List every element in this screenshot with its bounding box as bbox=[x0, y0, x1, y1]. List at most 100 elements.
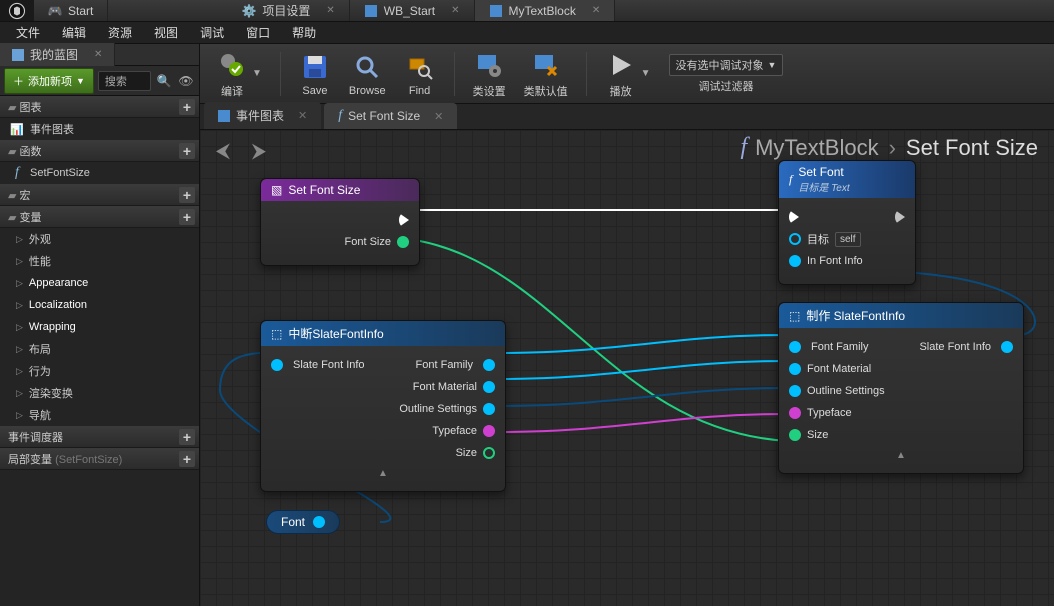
chevron-right-icon: ▷ bbox=[16, 234, 23, 245]
node-break-slatefontinfo[interactable]: ⬚中断SlateFontInfo Slate Font Info Font Fa… bbox=[260, 320, 506, 492]
node-make-slatefontinfo[interactable]: ⬚制作 SlateFontInfo Font Family Slate Font… bbox=[778, 302, 1024, 474]
settings-icon: ⚙️ bbox=[242, 4, 256, 18]
var-layout[interactable]: ▷布局 bbox=[0, 338, 199, 360]
section-macros[interactable]: ▰ 宏 + bbox=[0, 184, 199, 206]
nav-back-button[interactable]: ⮜ bbox=[210, 138, 236, 164]
struct-in-pin[interactable] bbox=[789, 255, 801, 267]
var-behavior[interactable]: ▷行为 bbox=[0, 360, 199, 382]
section-local-vars[interactable]: 局部变量 (SetFontSize) + bbox=[0, 448, 199, 470]
var-performance[interactable]: ▷性能 bbox=[0, 250, 199, 272]
play-dropdown[interactable]: ▼ bbox=[641, 68, 651, 79]
add-macro-button[interactable]: + bbox=[179, 187, 195, 203]
object-out-pin[interactable] bbox=[483, 381, 495, 393]
add-variable-button[interactable]: + bbox=[179, 209, 195, 225]
tab-project-settings[interactable]: ⚙️ 项目设置 ✕ bbox=[228, 0, 349, 21]
class-defaults-button[interactable]: 类默认值 bbox=[524, 49, 568, 99]
section-graphs[interactable]: ▰ 图表 + bbox=[0, 96, 199, 118]
chevron-right-icon: ▷ bbox=[16, 410, 23, 421]
add-function-button[interactable]: + bbox=[179, 143, 195, 159]
var-wrapping[interactable]: ▷Wrapping bbox=[0, 316, 199, 338]
name-out-pin[interactable] bbox=[483, 425, 495, 437]
exec-in-pin[interactable] bbox=[789, 210, 799, 224]
chevron-right-icon: ▷ bbox=[16, 366, 23, 377]
node-set-font[interactable]: f Set Font目标是 Text 目标self In Font Info bbox=[778, 160, 916, 285]
find-button[interactable]: Find bbox=[404, 51, 436, 97]
float-out-pin[interactable] bbox=[397, 236, 409, 248]
save-icon bbox=[299, 51, 331, 83]
node-var-font[interactable]: Font bbox=[266, 510, 340, 534]
gtab-event-graph[interactable]: 事件图表✕ bbox=[204, 102, 321, 129]
close-icon[interactable]: ✕ bbox=[298, 109, 307, 122]
var-appearance-cn[interactable]: ▷外观 bbox=[0, 228, 199, 250]
tab-mytextblock[interactable]: MyTextBlock ✕ bbox=[475, 0, 616, 21]
search-icon[interactable]: 🔍 bbox=[155, 72, 173, 90]
close-icon[interactable]: ✕ bbox=[326, 5, 334, 16]
make-icon: ⬚ bbox=[789, 309, 800, 323]
level-icon: 🎮 bbox=[48, 4, 62, 18]
menu-help[interactable]: 帮助 bbox=[282, 22, 326, 43]
section-dispatchers[interactable]: 事件调度器 + bbox=[0, 426, 199, 448]
expand-icon[interactable]: ▲ bbox=[271, 468, 495, 479]
struct-in-pin[interactable] bbox=[271, 359, 283, 371]
compile-button[interactable]: 编译 bbox=[216, 49, 248, 99]
gtab-set-font-size[interactable]: fSet Font Size✕ bbox=[324, 103, 457, 129]
menu-view[interactable]: 视图 bbox=[144, 22, 188, 43]
struct-in-pin[interactable] bbox=[789, 385, 801, 397]
var-localization[interactable]: ▷Localization bbox=[0, 294, 199, 316]
blueprint-graph-canvas[interactable]: ⮜ ⮞ f MyTextBlock › Set Font Size ▧Set F… bbox=[200, 130, 1054, 606]
nav-fwd-button[interactable]: ⮞ bbox=[246, 138, 272, 164]
ue-logo-icon bbox=[0, 0, 34, 21]
browse-button[interactable]: Browse bbox=[349, 51, 386, 97]
struct-out-pin[interactable] bbox=[1001, 341, 1013, 353]
name-in-pin[interactable] bbox=[789, 407, 801, 419]
close-icon[interactable]: ✕ bbox=[434, 110, 443, 123]
play-button[interactable]: 播放 bbox=[605, 49, 637, 99]
menu-asset[interactable]: 资源 bbox=[98, 22, 142, 43]
menu-debug[interactable]: 调试 bbox=[190, 22, 234, 43]
object-in-pin[interactable] bbox=[789, 341, 801, 353]
object-in-pin[interactable] bbox=[789, 233, 801, 245]
struct-out-pin[interactable] bbox=[313, 516, 325, 528]
menu-window[interactable]: 窗口 bbox=[236, 22, 280, 43]
var-appearance[interactable]: ▷Appearance bbox=[0, 272, 199, 294]
menu-file[interactable]: 文件 bbox=[6, 22, 50, 43]
tab-wb-start[interactable]: WB_Start ✕ bbox=[350, 0, 475, 21]
chevron-right-icon: ▷ bbox=[16, 278, 23, 289]
item-setfontsize[interactable]: fSetFontSize bbox=[0, 162, 199, 184]
section-variables[interactable]: ▰ 变量 + bbox=[0, 206, 199, 228]
int-out-pin[interactable] bbox=[483, 447, 495, 459]
object-in-pin[interactable] bbox=[789, 363, 801, 375]
close-icon[interactable]: ✕ bbox=[94, 49, 102, 60]
add-new-button[interactable]: ＋添加新项▼ bbox=[4, 68, 94, 94]
var-nav[interactable]: ▷导航 bbox=[0, 404, 199, 426]
function-icon: f bbox=[789, 172, 792, 187]
tunnel-icon: ▧ bbox=[271, 183, 282, 197]
eye-icon[interactable]: 👁 bbox=[177, 72, 195, 90]
struct-out-pin[interactable] bbox=[483, 403, 495, 415]
chevron-right-icon: ▷ bbox=[16, 344, 23, 355]
section-functions[interactable]: ▰ 函数 + bbox=[0, 140, 199, 162]
compile-dropdown[interactable]: ▼ bbox=[252, 68, 262, 79]
int-in-pin[interactable] bbox=[789, 429, 801, 441]
my-blueprint-tab[interactable]: 我的蓝图✕ bbox=[0, 44, 199, 66]
save-button[interactable]: Save bbox=[299, 51, 331, 97]
tab-start[interactable]: 🎮 Start bbox=[34, 0, 108, 21]
item-event-graph[interactable]: 📊事件图表 bbox=[0, 118, 199, 140]
add-dispatcher-button[interactable]: + bbox=[179, 429, 195, 445]
close-icon[interactable]: ✕ bbox=[451, 5, 459, 16]
chevron-right-icon: ▷ bbox=[16, 388, 23, 399]
add-localvar-button[interactable]: + bbox=[179, 451, 195, 467]
close-icon[interactable]: ✕ bbox=[592, 5, 600, 16]
exec-out-pin[interactable] bbox=[895, 210, 905, 224]
exec-out-pin[interactable] bbox=[399, 213, 409, 227]
menu-edit[interactable]: 编辑 bbox=[52, 22, 96, 43]
class-settings-button[interactable]: 类设置 bbox=[473, 49, 506, 99]
search-input[interactable]: 搜索 bbox=[98, 71, 151, 91]
debug-object-select[interactable]: 没有选中调试对象▼ bbox=[669, 54, 784, 76]
add-graph-button[interactable]: + bbox=[179, 99, 195, 115]
expand-icon[interactable]: ▲ bbox=[789, 450, 1013, 461]
node-entry-setfontsize[interactable]: ▧Set Font Size Font Size bbox=[260, 178, 420, 266]
object-out-pin[interactable] bbox=[483, 359, 495, 371]
var-render[interactable]: ▷渲染变换 bbox=[0, 382, 199, 404]
defaults-icon bbox=[530, 49, 562, 81]
